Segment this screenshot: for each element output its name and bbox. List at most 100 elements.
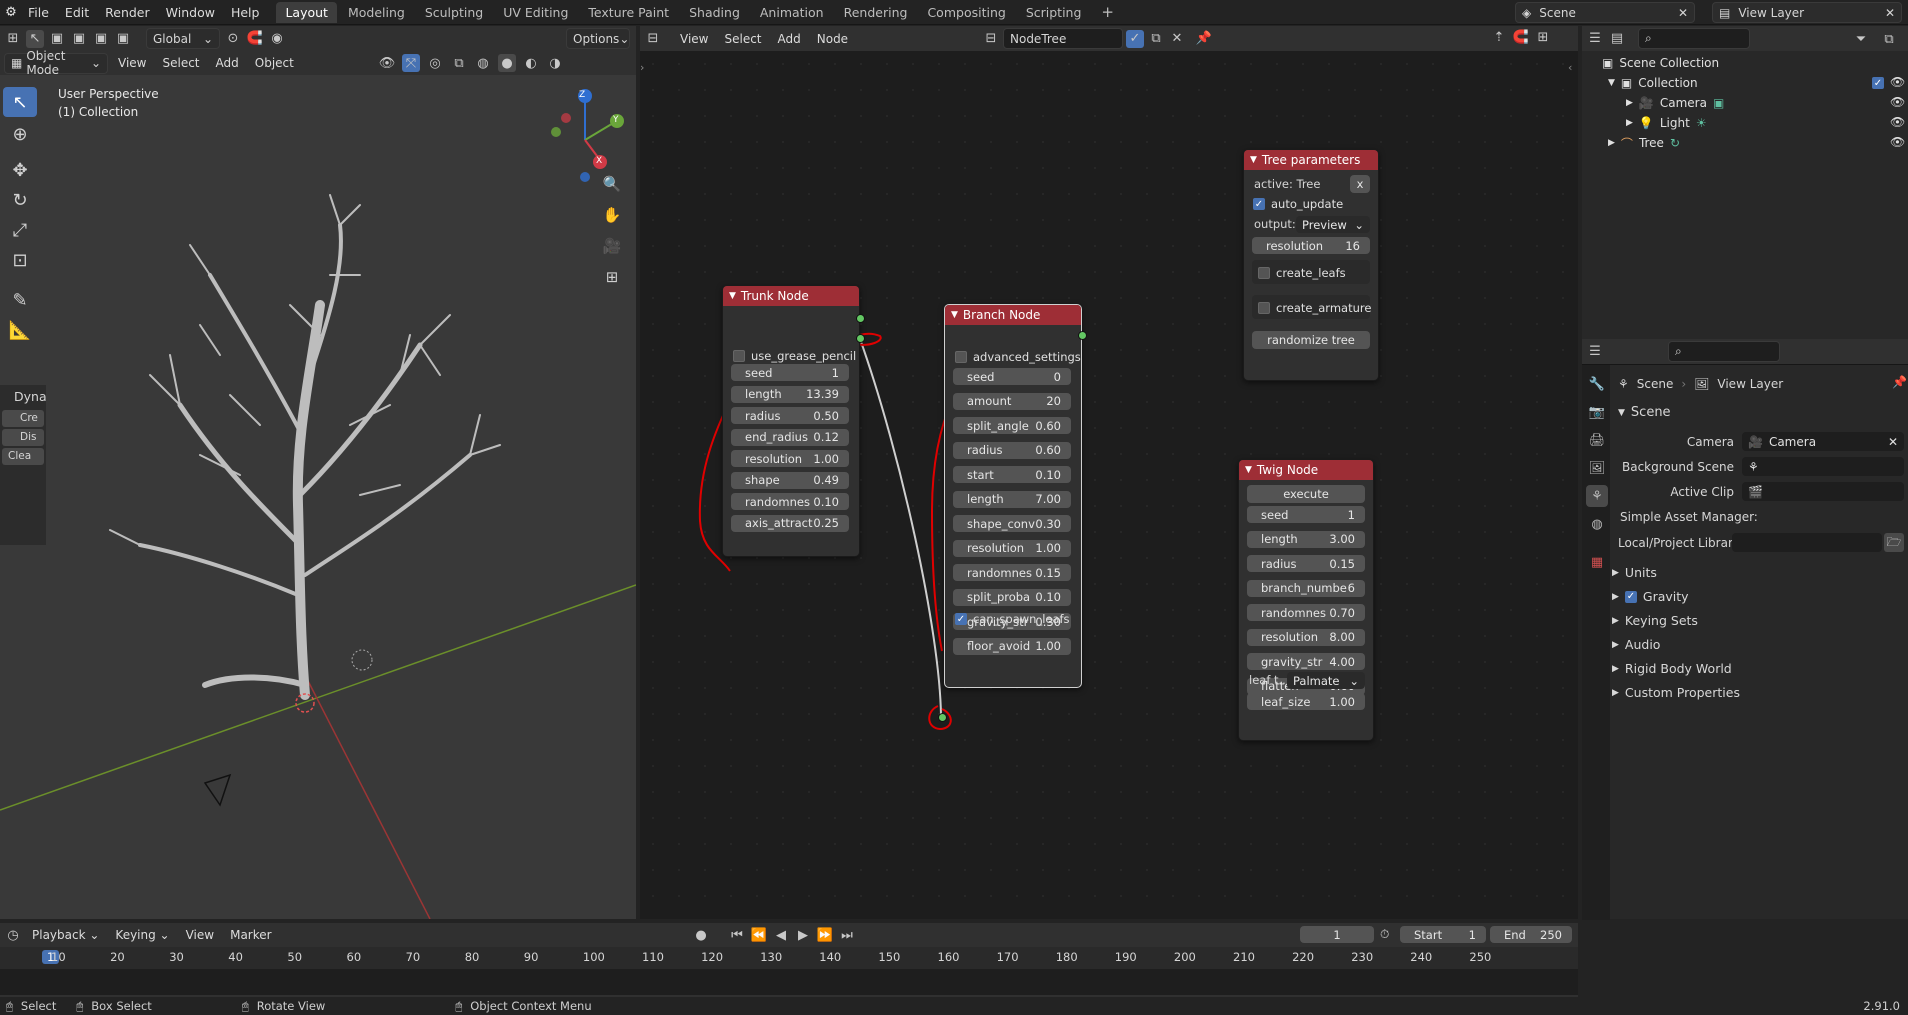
tab-layout[interactable]: Layout [276,1,337,23]
length-field[interactable]: length 3.00 [1247,530,1365,548]
sidebar-expand-arrow-icon[interactable]: ‹ [1568,61,1572,74]
start-field[interactable]: start 0.10 [953,466,1071,483]
menu-edit[interactable]: Edit [57,0,97,25]
timeline-menu-playback[interactable]: Playback ⌄ [26,928,105,942]
rendered-shading-icon[interactable]: ◑ [546,54,564,72]
pan-hand-icon[interactable]: ✋ [599,200,625,231]
3d-viewport[interactable]: Z Y X User Perspective (1) Collection ↖ … [0,75,636,919]
radius-field[interactable]: radius 0.15 [1247,555,1365,572]
tree-parameters-header[interactable]: ▼ Tree parameters [1244,150,1378,170]
axis-attract-field[interactable]: axis_attract 0.25 [731,514,849,532]
scene-panel-header[interactable]: ▼ Scene [1618,405,1671,420]
twig-node-header[interactable]: ▼ Twig Node [1239,460,1373,480]
select-mode-extend-icon[interactable]: ▣ [70,30,88,48]
xray-icon[interactable]: ⧉ [450,54,468,72]
gravity-panel[interactable]: ▶ ✓ Gravity [1612,589,1689,604]
pivot-icon[interactable]: ⊙ [224,30,242,48]
transform-orientation-dropdown[interactable]: Global ⌄ [146,28,220,49]
clear-active-button[interactable]: x [1350,175,1370,193]
execute-button[interactable]: execute [1247,485,1365,503]
outliner-row-camera[interactable]: ▶ 🎥 Camera ▣ 👁 [1582,93,1908,113]
pin-icon[interactable]: 📌 [1195,30,1213,48]
parent-tree-icon[interactable]: ⇡ [1490,28,1508,46]
menu-window[interactable]: Window [158,0,223,25]
jump-start-icon[interactable]: ⏮ [728,926,746,944]
editor-type-icon[interactable]: ☰ [1586,30,1604,48]
expand-arrow-icon[interactable]: ▼ [1608,78,1615,88]
radius-field[interactable]: radius 0.60 [953,441,1071,459]
create-leafs-checkbox[interactable]: create_leafs [1258,266,1346,280]
checkbox-box[interactable] [1258,267,1270,279]
output-tab-icon[interactable]: 🖨 [1586,429,1608,451]
trunk-node-header[interactable]: ▼ Trunk Node [723,286,859,306]
jump-prev-keyframe-icon[interactable]: ⏪ [750,926,768,944]
editor-type-icon[interactable]: ☰ [1586,343,1604,361]
editor-type-icon[interactable]: ⊞ [4,30,22,48]
tree-parameters-node[interactable]: ▼ Tree parameters active: Tree x ✓ auto_… [1243,149,1379,381]
expand-arrow-icon[interactable]: ▶ [1612,568,1619,578]
timeline-track-area[interactable] [0,969,1578,995]
seed-field[interactable]: seed 0 [953,368,1071,385]
can-spawn-leafs-checkbox[interactable]: ✓ can_spawn_leafs [955,612,1070,626]
add-workspace-button[interactable]: + [1092,2,1123,23]
timeline-menu-view[interactable]: View [180,928,220,942]
menu-help[interactable]: Help [223,0,268,25]
scene-tab-icon[interactable]: ⚘ [1586,485,1608,507]
new-collection-icon[interactable]: ⧉ [1880,30,1898,48]
select-tool-icon[interactable]: ↖ [26,29,44,48]
randomnes-field[interactable]: randomnes 0.10 [731,493,849,510]
editor-type-icon[interactable]: ⊟ [644,30,662,48]
jump-next-keyframe-icon[interactable]: ⏩ [816,926,834,944]
node-menu-select[interactable]: Select [718,32,767,46]
timeline-menu-keying[interactable]: Keying ⌄ [109,928,175,942]
node-menu-view[interactable]: View [674,32,714,46]
split-angle-field[interactable]: split_angle 0.60 [953,417,1071,434]
create-armature-checkbox[interactable]: create_armature [1258,301,1371,315]
floor-avoid-field[interactable]: floor_avoid 1.00 [953,637,1071,655]
camera-view-icon[interactable]: 🎥 [599,231,625,262]
tab-sculpting[interactable]: Sculpting [416,2,492,23]
rotate-tool-icon[interactable]: ↻ [3,185,37,215]
node-menu-add[interactable]: Add [772,32,807,46]
end-radius-field[interactable]: end_radius 0.12 [731,428,849,446]
node-tree-name-field[interactable]: NodeTree [1003,28,1123,49]
duplicate-tree-icon[interactable]: ⧉ [1147,30,1165,48]
checkbox-box[interactable] [1258,302,1270,314]
expand-arrow-icon[interactable]: ▶ [1612,640,1619,650]
scale-tool-icon[interactable]: ⤢ [3,215,37,245]
eye-icon[interactable]: 👁 [1890,115,1905,129]
close-icon[interactable]: ✕ [1888,435,1898,449]
outliner-search-input[interactable]: ⌕ [1638,28,1750,49]
collapse-arrow-icon[interactable]: ▼ [729,291,736,301]
zoom-icon[interactable]: 🔍 [599,169,625,200]
view-layer-selector[interactable]: ▤ View Layer ✕ [1712,2,1902,23]
current-frame-field[interactable]: 1 [1300,926,1374,943]
expand-arrow-icon[interactable]: ▶ [1612,688,1619,698]
library-path-field[interactable] [1732,533,1882,552]
eye-icon[interactable]: 👁 [1890,95,1905,109]
checkbox-checked-icon[interactable]: ✓ [1253,198,1265,210]
timeline-ruler[interactable]: 1 10 20 30 40 50 60 70 80 90 100 110 120 130 140 150 160… [0,947,1578,969]
menu-file[interactable]: File [20,0,57,25]
tab-animation[interactable]: Animation [751,2,833,23]
checkbox-box[interactable] [955,351,967,363]
expand-arrow-icon[interactable]: ▶ [1612,616,1619,626]
expand-arrow-icon[interactable]: ▶ [1612,664,1619,674]
rigid-body-world-panel[interactable]: ▶ Rigid Body World [1612,661,1732,676]
view-layer-tab-icon[interactable]: 🖼 [1586,457,1608,479]
transform-tool-icon[interactable]: ⊡ [3,245,37,275]
collection-enabled-checkbox[interactable]: ✓ [1872,77,1884,89]
background-scene-field[interactable]: ⚘ [1742,457,1904,476]
length-field[interactable]: length 7.00 [953,490,1071,508]
seed-field[interactable]: seed 1 [1247,506,1365,523]
timeline-menu-marker[interactable]: Marker [224,928,277,942]
select-mode-invert-icon[interactable]: ▣ [114,30,132,48]
material-shading-icon[interactable]: ◐ [522,54,540,72]
tweak-tool-icon[interactable]: ↖ [3,87,37,117]
overlay-toggle-icon[interactable]: ◎ [426,54,444,72]
node-editor-canvas[interactable]: ▼ Trunk Node use_grease_pencil seed 1 leng… [640,51,1578,919]
play-reverse-icon[interactable]: ◀ [772,926,790,944]
viewport-menu-view[interactable]: View [112,56,152,70]
visibility-icon[interactable]: 👁 [378,54,396,72]
output-dropdown[interactable]: Preview ⌄ [1296,216,1370,233]
